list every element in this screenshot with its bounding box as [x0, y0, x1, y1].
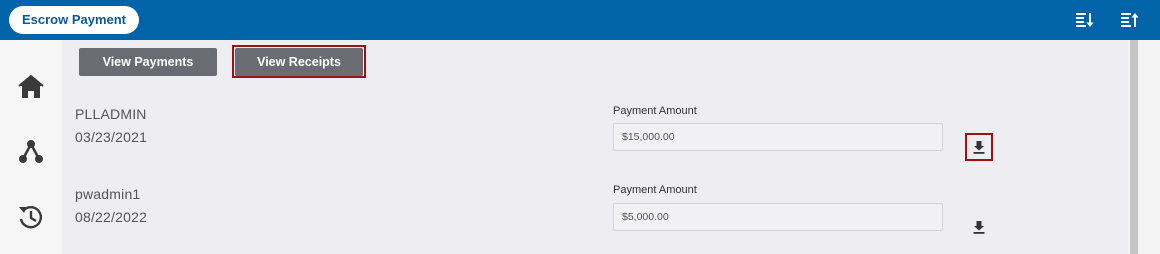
view-payments-button[interactable]: View Payments: [79, 48, 217, 76]
download-icon[interactable]: [972, 220, 986, 234]
header-bar: Escrow Payment: [0, 0, 1160, 40]
payment-amount-label: Payment Amount: [613, 105, 697, 117]
payment-user: PLLADMIN: [75, 106, 147, 122]
scrollbar-thumb[interactable]: [1130, 40, 1138, 254]
payment-date: 08/22/2022: [75, 209, 148, 225]
payment-date: 03/23/2021: [75, 129, 148, 145]
share-network-icon[interactable]: [17, 137, 45, 165]
download-icon[interactable]: [972, 140, 986, 154]
sort-ascending-icon[interactable]: [1119, 10, 1139, 30]
page-title[interactable]: Escrow Payment: [9, 6, 139, 34]
payment-user: pwadmin1: [75, 186, 141, 202]
home-icon[interactable]: [17, 73, 45, 101]
payment-amount-field[interactable]: $5,000.00: [613, 203, 943, 231]
payment-amount-field[interactable]: $15,000.00: [613, 123, 943, 151]
payment-amount-label: Payment Amount: [613, 184, 697, 196]
sidebar: [0, 40, 62, 254]
payments-panel: View Payments View Receipts PLLADMIN 03/…: [62, 40, 1128, 254]
history-icon[interactable]: [17, 203, 45, 231]
view-receipts-button[interactable]: View Receipts: [235, 48, 363, 76]
sort-descending-icon[interactable]: [1074, 10, 1094, 30]
vertical-scrollbar[interactable]: [1128, 40, 1160, 254]
